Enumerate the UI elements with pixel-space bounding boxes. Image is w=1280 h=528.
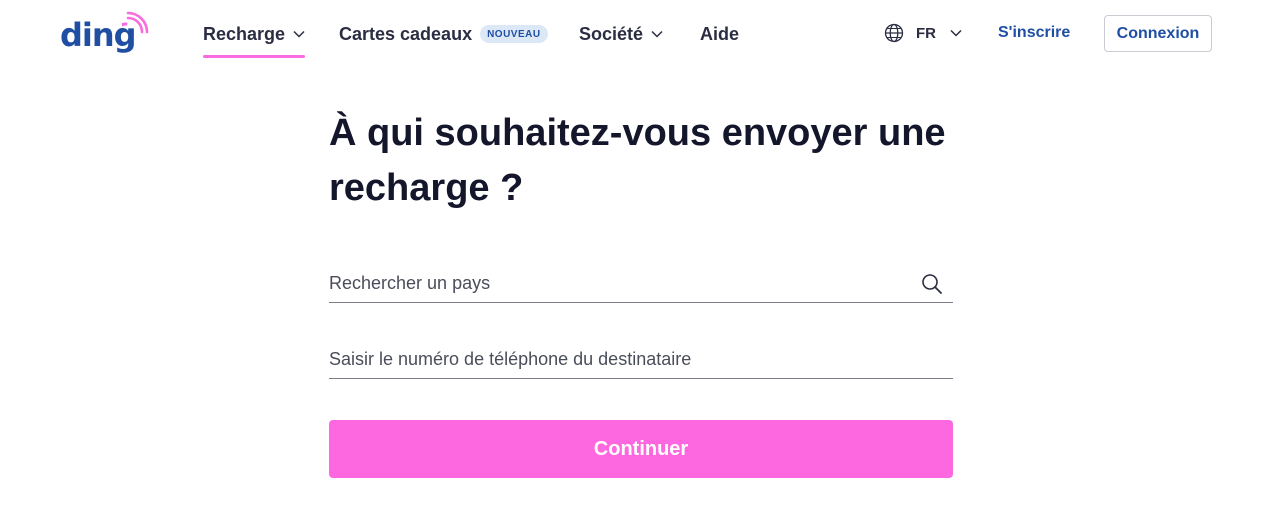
language-label: FR bbox=[916, 24, 936, 42]
language-selector[interactable]: FR bbox=[884, 22, 962, 44]
active-nav-indicator bbox=[203, 55, 305, 58]
nav-recharge[interactable]: Recharge bbox=[203, 22, 305, 46]
nav-cartes-label: Cartes cadeaux bbox=[339, 23, 473, 44]
signal-waves-icon bbox=[122, 11, 149, 36]
nav-aide[interactable]: Aide bbox=[700, 22, 739, 46]
globe-icon bbox=[884, 23, 904, 43]
chevron-down-icon bbox=[950, 29, 962, 37]
phone-number-field bbox=[329, 341, 953, 379]
chevron-down-icon bbox=[293, 30, 305, 38]
chevron-down-icon bbox=[651, 30, 663, 38]
nav-aide-label: Aide bbox=[700, 23, 740, 44]
new-badge: NOUVEAU bbox=[480, 25, 548, 43]
page-title: À qui souhaitez-vous envoyer une recharg… bbox=[329, 112, 946, 209]
login-button[interactable]: Connexion bbox=[1104, 15, 1212, 52]
signup-link[interactable]: S'inscrire bbox=[998, 24, 1070, 42]
nav-societe[interactable]: Société bbox=[579, 22, 663, 46]
country-search-input[interactable] bbox=[329, 265, 953, 302]
continue-button[interactable]: Continuer bbox=[329, 420, 953, 478]
phone-number-input[interactable] bbox=[329, 341, 953, 378]
site-header: ding Recharge Cartes cadeaux NOUVEAU Soc… bbox=[0, 0, 1280, 70]
ding-logo[interactable]: ding bbox=[60, 10, 150, 60]
nav-societe-label: Société bbox=[579, 23, 644, 44]
country-search-field bbox=[329, 265, 953, 303]
search-icon[interactable] bbox=[921, 273, 943, 295]
nav-cartes-cadeaux[interactable]: Cartes cadeaux NOUVEAU bbox=[339, 22, 548, 46]
nav-recharge-label: Recharge bbox=[203, 23, 286, 44]
